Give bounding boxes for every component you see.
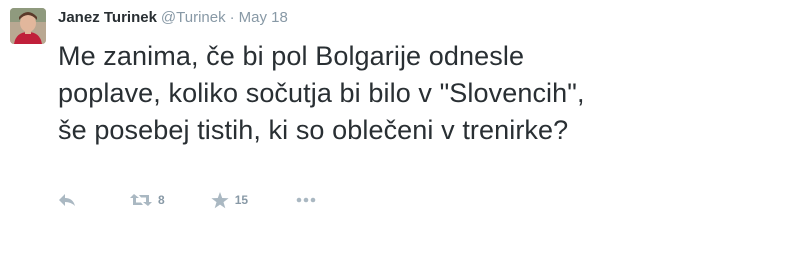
tweet-text-line: poplave, koliko sočutja bi bilo v "Slove… (58, 78, 585, 108)
header-separator: · (229, 9, 235, 26)
reply-button[interactable] (58, 193, 76, 207)
tweet-actions: 8 15 (58, 190, 316, 210)
star-icon (211, 191, 229, 208)
more-button[interactable] (296, 197, 316, 203)
favorite-button[interactable]: 15 (211, 191, 249, 209)
tweet[interactable]: Janez Turinek @Turinek · May 18 Me zanima, … (0, 0, 806, 269)
tweet-header: Janez Turinek @Turinek · May 18 (58, 9, 288, 27)
more-dots-icon (296, 197, 316, 203)
reply-icon (59, 194, 75, 206)
author-fullname[interactable]: Janez Turinek (58, 9, 157, 26)
avatar-image (10, 8, 46, 44)
tweet-text-line: še posebej tistih, ki so oblečeni v tren… (58, 115, 569, 145)
avatar[interactable] (10, 8, 46, 44)
tweet-text: Me zanima, če bi pol Bolgarije odnesle p… (58, 38, 788, 149)
retweet-count: 8 (158, 193, 165, 207)
retweet-icon (130, 194, 152, 206)
retweet-button[interactable]: 8 (130, 193, 165, 207)
favorite-count: 15 (234, 193, 249, 207)
author-username[interactable]: @Turinek (161, 9, 226, 26)
tweet-text-line: Me zanima, če bi pol Bolgarije odnesle (58, 41, 525, 71)
tweet-timestamp[interactable]: May 18 (239, 9, 288, 26)
